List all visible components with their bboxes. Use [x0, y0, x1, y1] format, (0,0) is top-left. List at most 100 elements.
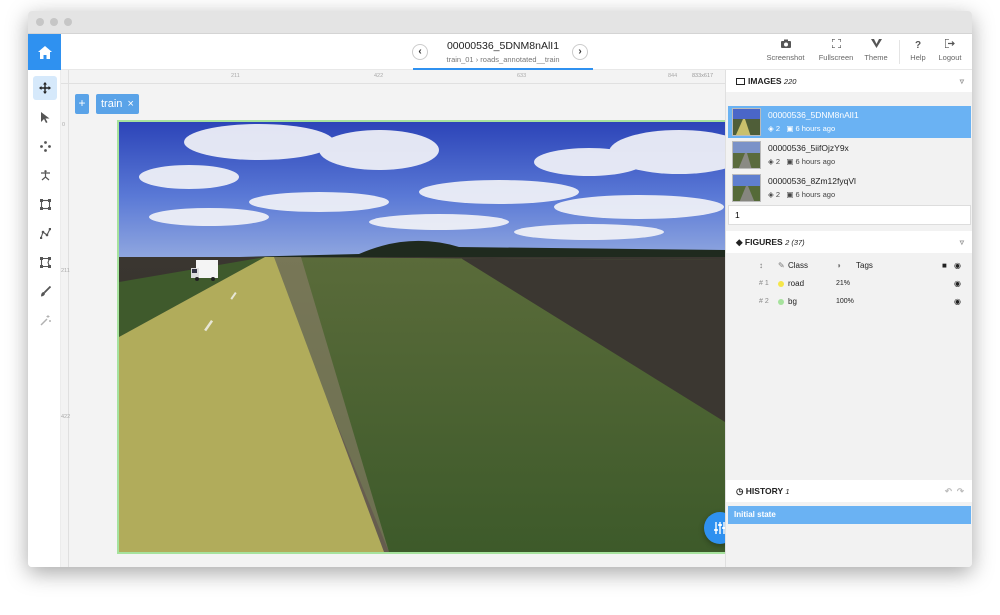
calendar-icon: ▣ — [786, 190, 794, 199]
camera-icon — [763, 39, 808, 53]
ruler-tick: 422 — [374, 73, 384, 79]
polyline-tool[interactable] — [33, 221, 57, 245]
polygon-icon — [39, 256, 51, 268]
annotated-image[interactable] — [117, 120, 727, 554]
figure-area: 100% — [836, 298, 854, 305]
pan-tool[interactable] — [33, 76, 57, 100]
image-thumbnail — [732, 108, 761, 136]
figure-row[interactable]: # 2 bg 100% ◉ — [756, 294, 972, 310]
breadcrumb-dataset[interactable]: train_01 — [446, 55, 473, 64]
smart-tool[interactable] — [33, 308, 57, 332]
right-panel: IMAGES 220 ▿ 00000536_5DNM8nAlI1 ◈ 2 ▣ 6… — [725, 70, 972, 567]
ruler-tick: 844 — [668, 73, 678, 79]
fullscreen-button[interactable]: Fullscreen — [812, 38, 860, 62]
image-size-label: 833x617 — [692, 73, 714, 79]
top-bar: ‹ › 00000536_5DNM8nAlI1 train_01 › roads… — [28, 34, 972, 70]
area-icon: ◑ — [836, 261, 841, 270]
breadcrumb-project[interactable]: roads_annotated__train — [480, 55, 559, 64]
theme-label: Theme — [864, 53, 888, 62]
window-close-dot[interactable] — [36, 18, 44, 26]
expand-icon — [812, 38, 860, 53]
remove-tag-icon[interactable]: × — [127, 98, 133, 110]
brush-icon — [40, 285, 51, 296]
filter-icon[interactable]: ▿ — [960, 231, 964, 253]
class-color-dot — [778, 299, 784, 305]
figure-row[interactable]: # 1 road 21% ◉ — [756, 276, 972, 292]
image-time: 6 hours ago — [795, 124, 836, 133]
rectangle-icon — [39, 198, 51, 210]
image-list-item[interactable]: 00000536_8Zm12fyqVl ◈ 2 ▣ 6 hours ago — [728, 172, 971, 204]
image-list-item[interactable]: 00000536_5DNM8nAlI1 ◈ 2 ▣ 6 hours ago — [728, 106, 971, 138]
image-title: 00000536_5DNM8nAlI1 — [446, 40, 560, 52]
points-tool[interactable] — [33, 134, 57, 158]
title-bar — [28, 11, 972, 34]
image-name: 00000536_5iifOjzY9x — [768, 143, 849, 153]
images-icon — [736, 78, 745, 85]
screenshot-button[interactable]: Screenshot — [763, 39, 808, 62]
window-maximize-dot[interactable] — [64, 18, 72, 26]
logout-button[interactable]: Logout — [935, 38, 965, 62]
points-icon — [39, 140, 51, 152]
calendar-icon: ▣ — [786, 157, 794, 166]
image-figure-count: 2 — [775, 190, 781, 199]
fullscreen-label: Fullscreen — [818, 53, 854, 62]
trash-icon[interactable]: ■ — [942, 258, 947, 274]
image-thumbnail — [732, 141, 761, 169]
figure-class: bg — [788, 297, 797, 306]
eye-icon[interactable]: ◉ — [954, 276, 961, 292]
logout-label: Logout — [938, 53, 962, 62]
eye-icon[interactable]: ◉ — [954, 294, 961, 310]
add-tag-button[interactable]: + — [75, 94, 89, 114]
logout-icon — [935, 38, 965, 53]
layers-icon: ◈ — [768, 157, 774, 166]
pencil-icon: ✎ — [778, 261, 785, 270]
layers-icon: ◆ — [736, 237, 743, 247]
column-tags[interactable]: Tags — [856, 258, 873, 274]
select-tool[interactable] — [33, 105, 57, 129]
image-thumbnail — [732, 174, 761, 202]
help-button[interactable]: ? Help — [907, 39, 929, 62]
filter-icon[interactable]: ▿ — [960, 70, 964, 92]
theme-icon — [861, 39, 891, 53]
sort-icon[interactable]: ↕ — [759, 258, 763, 274]
figures-count: 2 (37) — [785, 238, 805, 247]
image-list-item[interactable]: 00000536_5iifOjzY9x ◈ 2 ▣ 6 hours ago — [728, 139, 971, 171]
road-photo — [119, 122, 725, 552]
image-name: 00000536_8Zm12fyqVl — [768, 176, 856, 186]
window-minimize-dot[interactable] — [50, 18, 58, 26]
undo-icon[interactable]: ↶ — [945, 480, 952, 502]
images-section-header: IMAGES 220 ▿ — [726, 70, 972, 92]
image-meta: ◈ 2 ▣ 6 hours ago — [768, 190, 835, 199]
polygon-tool[interactable] — [33, 250, 57, 274]
breadcrumb-separator: › — [475, 55, 479, 64]
eye-icon[interactable]: ◉ — [954, 258, 961, 274]
image-name: 00000536_5DNM8nAlI1 — [768, 110, 859, 120]
move-icon — [39, 82, 51, 94]
ruler-top: 211 422 633 844 833x617 — [61, 70, 725, 84]
canvas-area[interactable]: 211 422 633 844 833x617 0 211 422 + trai… — [61, 70, 736, 567]
redo-icon[interactable]: ↷ — [957, 480, 964, 502]
column-class[interactable]: Class — [788, 258, 808, 274]
figures-table-header: ↕ ✎ Class ◑ Tags ■ ◉ — [756, 258, 972, 274]
tool-sidebar — [28, 70, 61, 567]
rectangle-tool[interactable] — [33, 192, 57, 216]
skeleton-tool[interactable] — [33, 163, 57, 187]
page-input[interactable]: 1 — [728, 205, 971, 225]
figure-index: # 2 — [759, 298, 769, 305]
layers-icon: ◈ — [768, 190, 774, 199]
brush-tool[interactable] — [33, 279, 57, 303]
figures-table: ↕ ✎ Class ◑ Tags ■ ◉ # 1 road 21% ◉ # 2 … — [726, 256, 972, 316]
figures-section-header: ◆ FIGURES 2 (37) ▿ — [726, 231, 972, 253]
figure-class: road — [788, 279, 805, 288]
cursor-icon — [40, 111, 49, 123]
polyline-icon — [39, 227, 51, 239]
theme-button[interactable]: Theme — [861, 39, 891, 62]
history-item[interactable]: Initial state — [728, 506, 971, 524]
app-window: ‹ › 00000536_5DNM8nAlI1 train_01 › roads… — [28, 11, 972, 567]
layers-icon: ◈ — [768, 124, 774, 133]
figures-title: FIGURES — [744, 237, 783, 247]
image-time: 6 hours ago — [795, 190, 836, 199]
tag-chip-train: train × — [96, 94, 139, 114]
home-button[interactable] — [28, 34, 61, 70]
figure-index: # 1 — [759, 280, 769, 287]
